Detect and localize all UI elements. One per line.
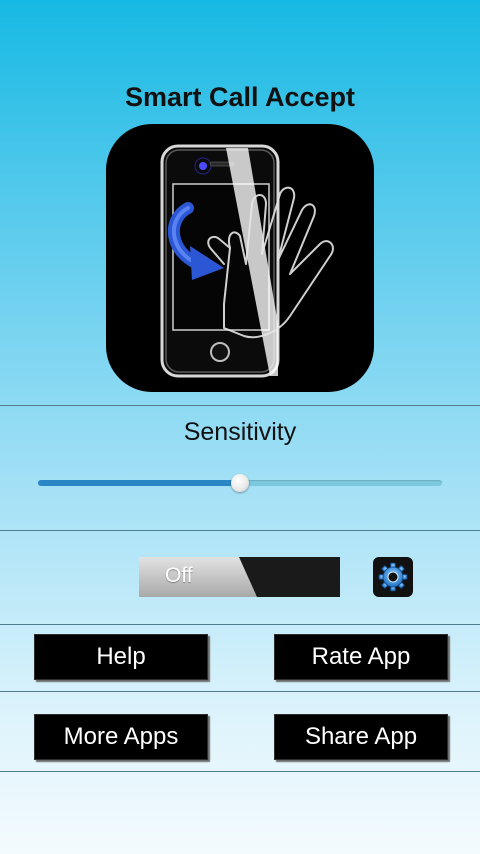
service-toggle[interactable]: Off <box>139 557 340 597</box>
divider <box>0 771 480 772</box>
slider-fill <box>38 480 240 486</box>
toggle-label: Off <box>165 564 193 587</box>
app-title: Smart Call Accept <box>124 82 356 112</box>
divider <box>0 530 480 531</box>
divider <box>0 691 480 692</box>
gear-icon <box>378 562 408 592</box>
sensitivity-slider[interactable] <box>38 470 442 498</box>
settings-button[interactable] <box>373 557 413 597</box>
share-app-button[interactable]: Share App <box>274 714 448 760</box>
divider <box>0 624 480 625</box>
more-apps-button[interactable]: More Apps <box>34 714 208 760</box>
slider-thumb[interactable] <box>231 474 249 492</box>
toggle-knob <box>139 557 257 597</box>
rate-app-button[interactable]: Rate App <box>274 634 448 680</box>
divider <box>0 405 480 406</box>
sensitivity-label: Sensitivity <box>183 418 297 446</box>
help-button[interactable]: Help <box>34 634 208 680</box>
phone-hand-wave-icon <box>106 124 374 392</box>
